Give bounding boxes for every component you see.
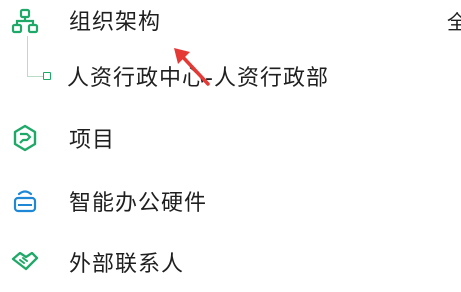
device-icon xyxy=(10,186,40,216)
external-contacts-item[interactable]: 外部联系人 xyxy=(0,234,461,290)
project-icon xyxy=(10,123,40,153)
handshake-icon xyxy=(10,247,40,277)
department-label: 人资行政中心-人资行政部 xyxy=(67,66,329,91)
department-item[interactable]: 人资行政中心-人资行政部 xyxy=(0,48,461,104)
org-structure-item[interactable]: 组织架构 xyxy=(0,0,461,48)
org-structure-label: 组织架构 xyxy=(69,10,162,35)
smart-office-hardware-label: 智能办公硬件 xyxy=(69,191,208,216)
app-screen: 组织架构 人资行政中心-人资行政部 项目 智能办公硬件 外部联系人 全 xyxy=(0,0,461,292)
smart-office-hardware-item[interactable]: 智能办公硬件 xyxy=(0,173,461,229)
projects-label: 项目 xyxy=(69,128,116,153)
projects-item[interactable]: 项目 xyxy=(0,110,461,166)
org-chart-icon xyxy=(10,5,40,35)
external-contacts-label: 外部联系人 xyxy=(69,252,185,277)
edge-text-fragment: 全 xyxy=(447,10,461,34)
